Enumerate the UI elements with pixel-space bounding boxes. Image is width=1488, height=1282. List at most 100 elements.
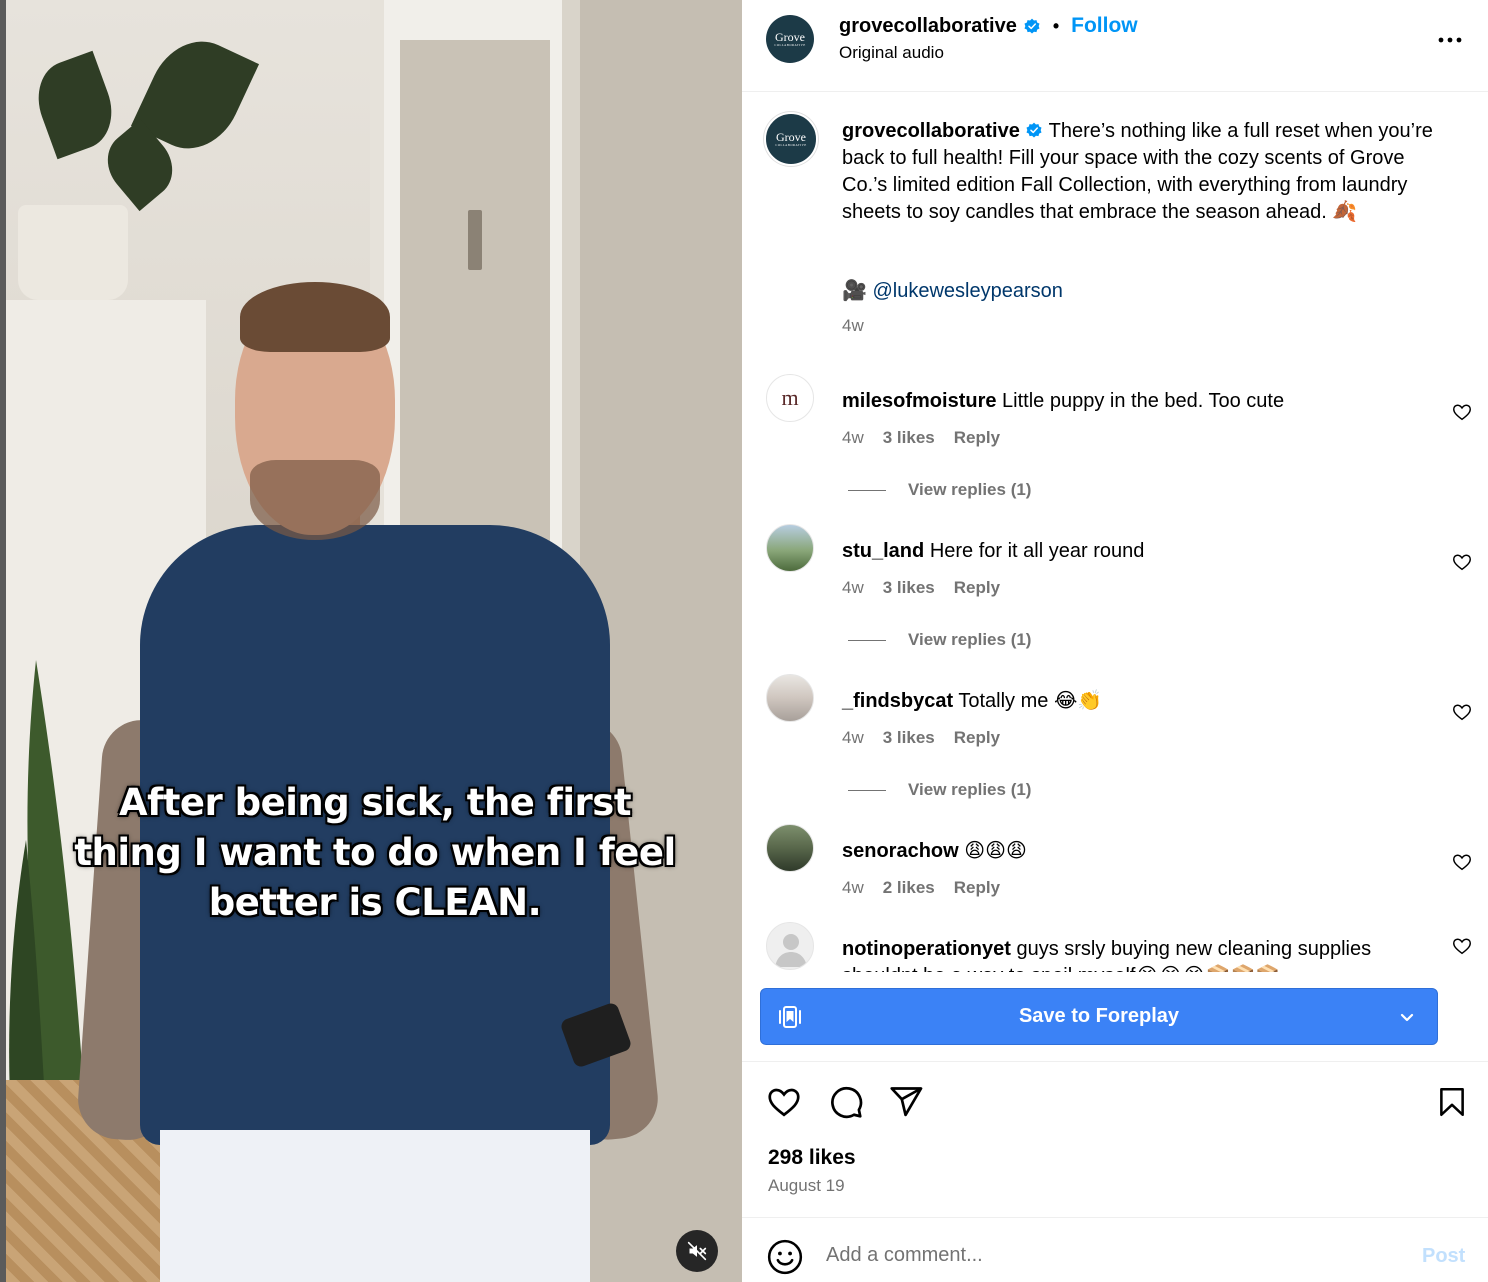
save-post-button[interactable]	[1432, 1082, 1472, 1122]
post-header: Grove COLLABORATIVE grovecollaborative •…	[742, 0, 1488, 92]
comment-username[interactable]: stu_land	[842, 540, 924, 562]
original-audio-link[interactable]: Original audio	[839, 43, 944, 63]
add-comment-bar: Post	[742, 1217, 1488, 1282]
comments-list[interactable]: m milesofmoisture Little puppy in the be…	[742, 360, 1488, 972]
commenter-avatar[interactable]	[766, 524, 814, 572]
comment-body: Totally me 😂👏	[958, 690, 1103, 712]
comment-button[interactable]	[826, 1082, 866, 1122]
comment-like-heart-icon[interactable]	[1451, 551, 1473, 573]
comment-bubble-icon	[831, 1086, 863, 1119]
like-button[interactable]	[764, 1082, 804, 1122]
comment-username[interactable]: _findsbycat	[842, 690, 953, 712]
more-options-button[interactable]	[1434, 24, 1466, 56]
avatar-logo-text: m	[781, 385, 799, 410]
reply-button[interactable]: Reply	[954, 728, 1000, 748]
header-separator: •	[1052, 15, 1060, 36]
reply-button[interactable]: Reply	[954, 578, 1000, 598]
post-date[interactable]: August 19	[768, 1176, 845, 1196]
reply-button[interactable]: Reply	[954, 878, 1000, 898]
comment-time[interactable]: 4w	[842, 578, 864, 598]
muted-speaker-icon	[687, 1241, 707, 1261]
comment-input[interactable]	[826, 1240, 1386, 1270]
caption-author-avatar[interactable]: Grove COLLABORATIVE	[764, 112, 818, 166]
commenter-avatar[interactable]: m	[766, 374, 814, 422]
comment-body: Little puppy in the bed. Too cute	[1002, 390, 1285, 412]
post-timestamp[interactable]: 4w	[842, 316, 864, 336]
comment-time[interactable]: 4w	[842, 428, 864, 448]
comment-like-heart-icon[interactable]	[1451, 851, 1473, 873]
comment-text: notinoperationyet guys srsly buying new …	[842, 936, 1432, 972]
commenter-avatar[interactable]	[766, 674, 814, 722]
avatar-logo-text: Grove	[775, 29, 805, 44]
comment-time[interactable]: 4w	[842, 878, 864, 898]
comment-likes[interactable]: 3 likes	[883, 428, 935, 448]
avatar-logo-subtext: COLLABORATIVE	[774, 42, 806, 47]
comment-meta: 4w 3 likes Reply	[842, 578, 1000, 598]
caption-username[interactable]: grovecollaborative	[842, 120, 1020, 142]
comment-username[interactable]: notinoperationyet	[842, 938, 1011, 960]
plant-leaf	[26, 50, 124, 160]
heart-icon	[768, 1088, 800, 1117]
post-panel: Grove COLLABORATIVE grovecollaborative •…	[742, 0, 1488, 1282]
view-replies-label: View replies (1)	[908, 630, 1032, 649]
view-replies-button[interactable]: View replies (1)	[848, 630, 1031, 650]
mute-button[interactable]	[676, 1230, 718, 1272]
verified-badge-icon	[1026, 122, 1042, 138]
comment-likes[interactable]: 3 likes	[883, 578, 935, 598]
comment-like-heart-icon[interactable]	[1451, 401, 1473, 423]
more-dots-icon	[1438, 37, 1462, 43]
comment-like-heart-icon[interactable]	[1451, 701, 1473, 723]
comment-meta: 4w 3 likes Reply	[842, 728, 1000, 748]
author-username[interactable]: grovecollaborative	[839, 15, 1017, 38]
post-actions: 298 likes August 19	[742, 1061, 1488, 1217]
comment-likes[interactable]: 3 likes	[883, 728, 935, 748]
view-replies-label: View replies (1)	[908, 780, 1032, 799]
replies-divider	[848, 789, 886, 791]
comment-time[interactable]: 4w	[842, 728, 864, 748]
avatar-logo-subtext: COLLABORATIVE	[775, 142, 807, 147]
paper-plane-icon	[890, 1087, 923, 1117]
comment-text: milesofmoisture Little puppy in the bed.…	[842, 388, 1432, 415]
comment-username[interactable]: milesofmoisture	[842, 390, 996, 412]
commenter-avatar[interactable]	[766, 824, 814, 872]
comment-meta: 4w 3 likes Reply	[842, 428, 1000, 448]
view-replies-button[interactable]: View replies (1)	[848, 780, 1031, 800]
white-shorts	[160, 1130, 590, 1282]
plant-pot	[18, 205, 128, 300]
video-caption: After being sick, the first thing I want…	[74, 781, 676, 924]
chevron-down-icon[interactable]	[1397, 1007, 1417, 1027]
hair	[240, 282, 390, 352]
reply-button[interactable]: Reply	[954, 428, 1000, 448]
comment-like-heart-icon[interactable]	[1451, 935, 1473, 957]
post-comment-button[interactable]: Post	[1422, 1245, 1465, 1268]
view-replies-button[interactable]: View replies (1)	[848, 480, 1031, 500]
share-button[interactable]	[886, 1082, 926, 1122]
creator-credit-link[interactable]: 🎥 @lukewesleypearson	[842, 278, 1063, 303]
door-hinge	[468, 210, 482, 270]
replies-divider	[848, 489, 886, 491]
replies-divider	[848, 639, 886, 641]
comment-text: stu_land Here for it all year round	[842, 538, 1432, 565]
likes-count[interactable]: 298 likes	[768, 1146, 856, 1170]
default-avatar-icon	[775, 934, 807, 967]
foreplay-logo-icon	[779, 1006, 801, 1028]
comment-meta: 4w 2 likes Reply	[842, 878, 1000, 898]
comment-username[interactable]: senorachow	[842, 840, 959, 862]
bookmark-icon	[1440, 1087, 1464, 1117]
header-user-row: grovecollaborative • Follow	[839, 14, 1138, 38]
avatar-logo-text: Grove	[776, 129, 806, 144]
commenter-avatar[interactable]	[766, 922, 814, 970]
comment-text: _findsbycat Totally me 😂👏	[842, 688, 1432, 715]
emoji-icon[interactable]	[766, 1238, 804, 1276]
verified-badge-icon	[1024, 18, 1040, 34]
save-to-foreplay-button[interactable]: Save to Foreplay	[760, 988, 1438, 1045]
save-to-foreplay-label: Save to Foreplay	[1018, 1005, 1180, 1027]
comment-likes[interactable]: 2 likes	[883, 878, 935, 898]
reel-video[interactable]: After being sick, the first thing I want…	[0, 0, 742, 1282]
beard	[250, 460, 380, 540]
follow-button[interactable]: Follow	[1071, 14, 1138, 38]
comment-body: Here for it all year round	[929, 540, 1145, 562]
author-avatar[interactable]: Grove COLLABORATIVE	[766, 15, 814, 63]
view-replies-label: View replies (1)	[908, 480, 1032, 499]
post-caption: grovecollaborative There’s nothing like …	[842, 118, 1452, 226]
